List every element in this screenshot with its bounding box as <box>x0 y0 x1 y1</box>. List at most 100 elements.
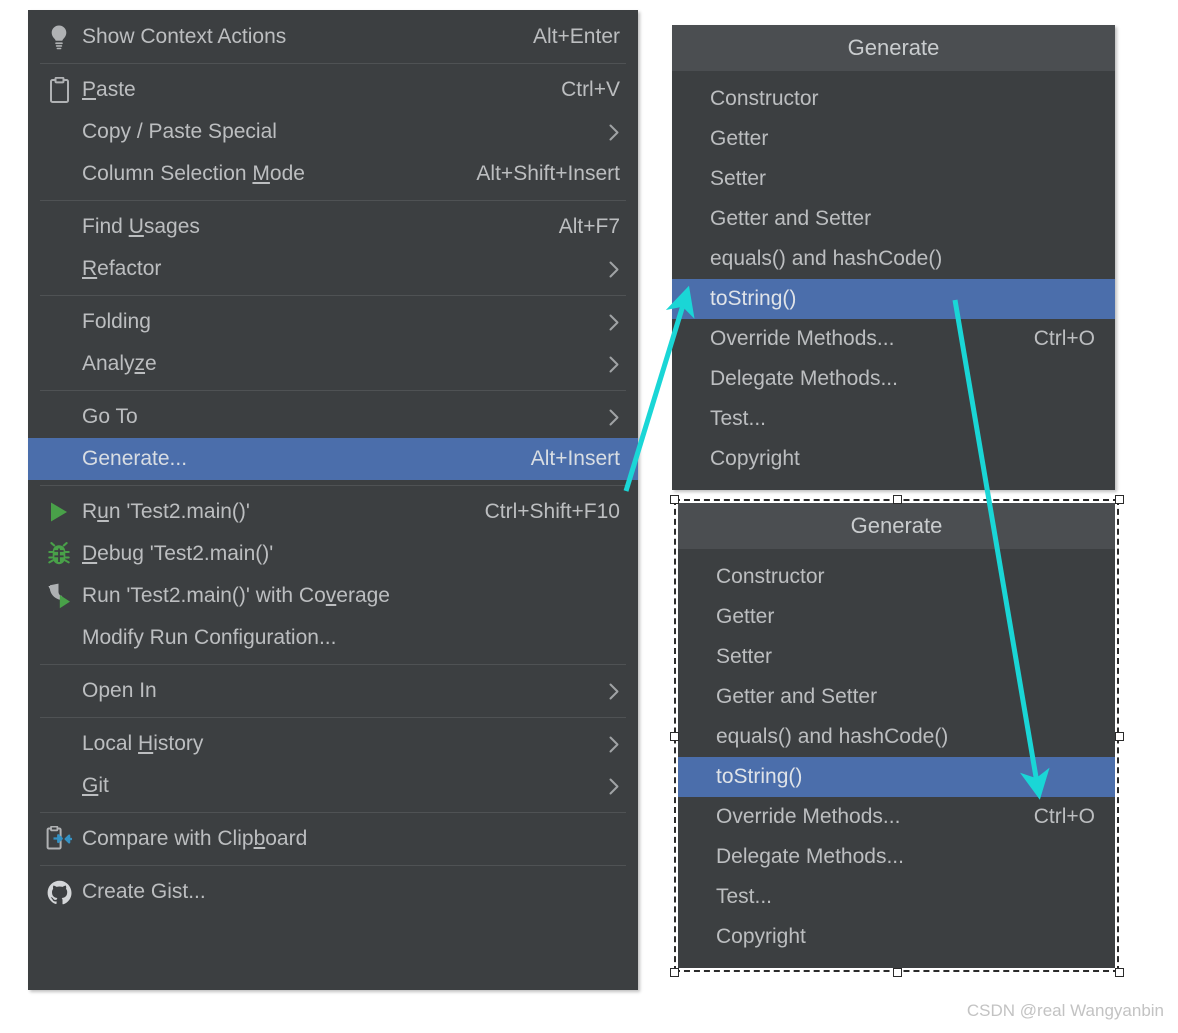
selection-handle[interactable] <box>892 968 902 977</box>
menu-item-copy-paste-special[interactable]: Copy / Paste Special <box>28 111 638 153</box>
menu-item-run-with-coverage[interactable]: Run 'Test2.main()' with Coverage <box>28 575 638 617</box>
generate-item[interactable]: Getter <box>672 119 1115 159</box>
menu-item-paste[interactable]: Paste Ctrl+V <box>28 69 638 111</box>
no-icon <box>42 350 76 378</box>
menu-item-label: Folding <box>82 310 151 333</box>
menu-separator <box>40 485 626 486</box>
generate-item[interactable]: toString() <box>672 279 1115 319</box>
menu-item-column-selection-mode[interactable]: Column Selection Mode Alt+Shift+Insert <box>28 153 638 195</box>
chevron-right-icon <box>608 261 620 278</box>
no-icon <box>42 255 76 283</box>
generate-item[interactable]: Copyright <box>678 917 1115 957</box>
watermark-text: CSDN @real Wangyanbin <box>966 1001 1164 1020</box>
no-icon <box>42 118 76 146</box>
generate-popup-list[interactable]: Constructor Getter Setter Getter and Setter… <box>672 71 1115 489</box>
selection-handle[interactable] <box>1115 731 1124 741</box>
chevron-right-icon <box>608 736 620 753</box>
chevron-right-icon <box>608 409 620 426</box>
menu-item-create-gist[interactable]: Create Gist... <box>28 871 638 913</box>
menu-item-label: Create Gist... <box>82 880 206 903</box>
menu-separator <box>40 812 626 813</box>
no-icon <box>42 160 76 188</box>
generate-item[interactable]: Delegate Methods... <box>672 359 1115 399</box>
generate-item-label: Test... <box>710 407 767 430</box>
selection-handle[interactable] <box>670 731 679 741</box>
generate-item-label: Copyright <box>710 447 800 470</box>
selection-handle[interactable] <box>1115 495 1124 504</box>
generate-item[interactable]: Setter <box>678 637 1115 677</box>
menu-item-find-usages[interactable]: Find Usages Alt+F7 <box>28 206 638 248</box>
chevron-right-icon <box>608 124 620 141</box>
menu-item-shortcut: Alt+Shift+Insert <box>476 162 620 185</box>
menu-separator <box>40 390 626 391</box>
generate-item-label: Constructor <box>710 87 819 110</box>
generate-popup-title: Generate <box>678 503 1115 549</box>
menu-item-label: Git <box>82 774 109 797</box>
generate-popup-list[interactable]: Constructor Getter Setter Getter and Setter… <box>678 549 1115 967</box>
generate-item[interactable]: equals() and hashCode() <box>678 717 1115 757</box>
generate-item-label: Setter <box>716 645 773 668</box>
menu-item-go-to[interactable]: Go To <box>28 396 638 438</box>
menu-item-label: Run 'Test2.main()' <box>82 500 250 523</box>
menu-item-open-in[interactable]: Open In <box>28 670 638 712</box>
generate-item[interactable]: Setter <box>672 159 1115 199</box>
menu-item-compare-with-clipboard[interactable]: Compare with Clipboard <box>28 818 638 860</box>
generate-item[interactable]: toString() <box>678 757 1115 797</box>
no-icon <box>42 730 76 758</box>
chevron-right-icon <box>608 778 620 795</box>
menu-item-label: Run 'Test2.main()' with Coverage <box>82 584 390 607</box>
menu-item-folding[interactable]: Folding <box>28 301 638 343</box>
menu-item-analyze[interactable]: Analyze <box>28 343 638 385</box>
menu-item-label: Copy / Paste Special <box>82 120 277 143</box>
generate-item-label: Test... <box>716 885 773 908</box>
generate-popup-secondary-selection[interactable]: Generate Constructor Getter Setter Getter a… <box>670 495 1124 977</box>
chevron-right-icon <box>608 356 620 373</box>
menu-item-modify-run-configuration[interactable]: Modify Run Configuration... <box>28 617 638 659</box>
generate-item-label: Getter and Setter <box>710 207 872 230</box>
generate-popup-primary[interactable]: Generate Constructor Getter Setter Getter a… <box>672 25 1115 490</box>
selection-handle[interactable] <box>892 495 902 504</box>
coverage-icon <box>42 582 76 610</box>
generate-item[interactable]: Getter <box>678 597 1115 637</box>
generate-item-label: Copyright <box>716 925 806 948</box>
menu-item-run-main[interactable]: Run 'Test2.main()' Ctrl+Shift+F10 <box>28 491 638 533</box>
generate-item[interactable]: Override Methods... Ctrl+O <box>678 797 1115 837</box>
generate-item[interactable]: Getter and Setter <box>678 677 1115 717</box>
selection-handle[interactable] <box>1115 968 1124 977</box>
chevron-right-icon <box>608 314 620 331</box>
generate-popup-secondary[interactable]: Generate Constructor Getter Setter Getter a… <box>678 503 1115 968</box>
generate-popup-title: Generate <box>672 25 1115 71</box>
generate-item[interactable]: Delegate Methods... <box>678 837 1115 877</box>
menu-item-generate[interactable]: Generate... Alt+Insert <box>28 438 638 480</box>
menu-item-label: Compare with Clipboard <box>82 827 308 850</box>
generate-item-label: Constructor <box>716 565 825 588</box>
menu-item-local-history[interactable]: Local History <box>28 723 638 765</box>
menu-item-label: Generate... <box>82 447 188 470</box>
generate-item-label: equals() and hashCode() <box>710 247 943 270</box>
menu-separator <box>40 200 626 201</box>
generate-item[interactable]: equals() and hashCode() <box>672 239 1115 279</box>
menu-item-label: Debug 'Test2.main()' <box>82 542 274 565</box>
generate-item[interactable]: Test... <box>672 399 1115 439</box>
menu-item-debug-main[interactable]: Debug 'Test2.main()' <box>28 533 638 575</box>
menu-item-refactor[interactable]: Refactor <box>28 248 638 290</box>
generate-item-label: toString() <box>716 765 803 788</box>
generate-item[interactable]: Test... <box>678 877 1115 917</box>
generate-item-label: Getter <box>716 605 775 628</box>
generate-item[interactable]: Getter and Setter <box>672 199 1115 239</box>
menu-item-show-context-actions[interactable]: Show Context Actions Alt+Enter <box>28 16 638 58</box>
generate-item[interactable]: Copyright <box>672 439 1115 479</box>
generate-item-label: Delegate Methods... <box>710 367 898 390</box>
clipboard-icon <box>42 76 76 104</box>
generate-item[interactable]: Constructor <box>678 557 1115 597</box>
editor-context-menu[interactable]: Show Context Actions Alt+Enter Paste Ctrl+V… <box>28 10 638 990</box>
generate-item[interactable]: Override Methods... Ctrl+O <box>672 319 1115 359</box>
menu-item-shortcut: Alt+Enter <box>533 25 620 48</box>
selection-handle[interactable] <box>670 968 679 977</box>
generate-item[interactable]: Constructor <box>672 79 1115 119</box>
selection-handle[interactable] <box>670 495 679 504</box>
menu-item-label: Analyze <box>82 352 157 375</box>
menu-separator <box>40 295 626 296</box>
menu-item-label: Show Context Actions <box>82 25 287 48</box>
menu-item-git[interactable]: Git <box>28 765 638 807</box>
